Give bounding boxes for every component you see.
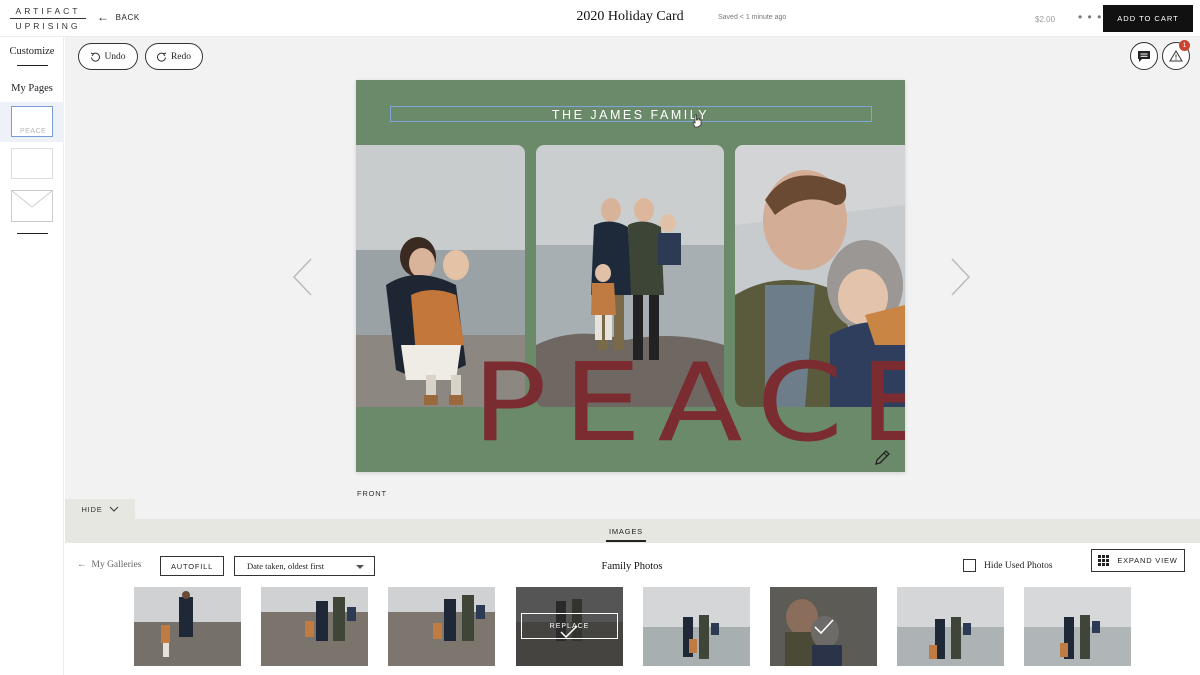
gallery-photo[interactable] [643, 587, 750, 666]
hand-cursor-icon [692, 114, 702, 128]
autofill-button[interactable]: AUTOFILL [160, 556, 224, 576]
family-name-text[interactable]: THE JAMES FAMILY [356, 108, 905, 122]
redo-label: Redo [170, 51, 192, 62]
photo-thumbnail-image [1024, 587, 1131, 666]
customize-underline [17, 65, 48, 66]
chevron-down-icon [109, 506, 118, 512]
expand-view-label: EXPAND VIEW [1117, 556, 1178, 565]
page-thumb-front-image: PEACE [11, 106, 53, 137]
add-to-cart-button[interactable]: ADD TO CART [1103, 5, 1193, 32]
caret-down-icon [356, 565, 364, 569]
next-page-arrow-icon[interactable] [948, 257, 972, 297]
panel-tab-bar: IMAGES [65, 519, 1200, 543]
customize-tab[interactable]: Customize [0, 46, 64, 57]
photo-thumbnail-image [643, 587, 750, 666]
undo-label: Undo [104, 51, 126, 62]
gallery-title: Family Photos [601, 561, 663, 572]
left-sidebar: Customize My Pages PEACE [0, 37, 64, 675]
more-options-icon[interactable]: • • • [1078, 10, 1102, 24]
gallery-photo[interactable] [261, 587, 368, 666]
artifact-uprising-logo[interactable]: ARTIFACT UPRISING [10, 5, 86, 33]
warning-triangle-icon [1169, 50, 1183, 62]
photo-thumbnail-image [134, 587, 241, 666]
gallery-photo-used[interactable] [770, 587, 877, 666]
tab-images[interactable]: IMAGES [606, 527, 646, 536]
undo-icon [91, 52, 101, 62]
top-header: ARTIFACT UPRISING ← BACK 2020 Holiday Ca… [0, 0, 1200, 37]
peace-headline-text[interactable]: PEACE [472, 350, 905, 458]
redo-icon [157, 52, 167, 62]
hide-used-photos-toggle[interactable]: Hide Used Photos [963, 559, 1053, 572]
page-thumb-envelope[interactable] [0, 187, 64, 227]
photo-thumbnail-image [388, 587, 495, 666]
back-button[interactable]: ← BACK [97, 10, 140, 24]
card-front-canvas[interactable]: THE JAMES FAMILY PEACE [356, 80, 905, 472]
my-galleries-link[interactable]: ← My Galleries [77, 560, 141, 570]
edit-pencil-icon[interactable] [873, 449, 891, 467]
grid-icon [1098, 555, 1110, 566]
hide-panel-toggle[interactable]: HIDE [65, 499, 135, 519]
gallery-photo[interactable] [1024, 587, 1131, 666]
my-pages-tab[interactable]: My Pages [0, 83, 64, 94]
chat-bubble-icon [1138, 50, 1150, 62]
gallery-photo[interactable] [134, 587, 241, 666]
card-side-label: FRONT [357, 489, 387, 498]
hide-label: HIDE [81, 504, 103, 514]
gallery-photo-selected[interactable]: REPLACE [516, 587, 623, 666]
photo-thumbnail-image [897, 587, 1004, 666]
arrow-left-icon: ← [97, 10, 110, 24]
photo-thumbnail-image [261, 587, 368, 666]
pages-divider [17, 233, 48, 234]
redo-button[interactable]: Redo [145, 43, 203, 70]
project-title: 2020 Holiday Card [576, 9, 684, 24]
page-thumb-inside-image [11, 148, 53, 179]
sort-select[interactable]: Date taken, oldest first [234, 556, 375, 576]
envelope-icon [11, 190, 53, 222]
page-thumb-front[interactable]: PEACE [0, 102, 64, 142]
page-thumb-label: PEACE [20, 128, 47, 135]
hide-used-checkbox[interactable] [963, 559, 976, 572]
logo-text-bottom: UPRISING [15, 21, 81, 31]
logo-text-top: ARTIFACT [10, 5, 86, 19]
undo-button[interactable]: Undo [78, 43, 138, 70]
gallery-photo[interactable] [897, 587, 1004, 666]
image-tray: ← My Galleries AUTOFILL Date taken, olde… [65, 543, 1200, 675]
tab-images-underline [606, 540, 646, 542]
editor-canvas: Undo Redo 1 THE JAMES FAMILY PEAC FRONT [65, 37, 1200, 519]
check-icon [560, 625, 578, 639]
my-galleries-label: My Galleries [91, 560, 142, 570]
comments-button[interactable] [1130, 42, 1158, 70]
save-status: Saved < 1 minute ago [718, 14, 787, 21]
check-icon [814, 619, 834, 635]
price-label: $2.00 [1035, 15, 1056, 24]
expand-view-button[interactable]: EXPAND VIEW [1091, 549, 1185, 572]
sort-select-value: Date taken, oldest first [247, 561, 324, 571]
gallery-photo[interactable] [388, 587, 495, 666]
warning-count-badge: 1 [1179, 40, 1190, 51]
previous-page-arrow-icon[interactable] [291, 257, 315, 297]
arrow-left-icon: ← [77, 560, 87, 570]
back-label: BACK [115, 12, 140, 22]
page-thumb-inside[interactable] [0, 144, 64, 184]
hide-used-label: Hide Used Photos [984, 560, 1053, 571]
